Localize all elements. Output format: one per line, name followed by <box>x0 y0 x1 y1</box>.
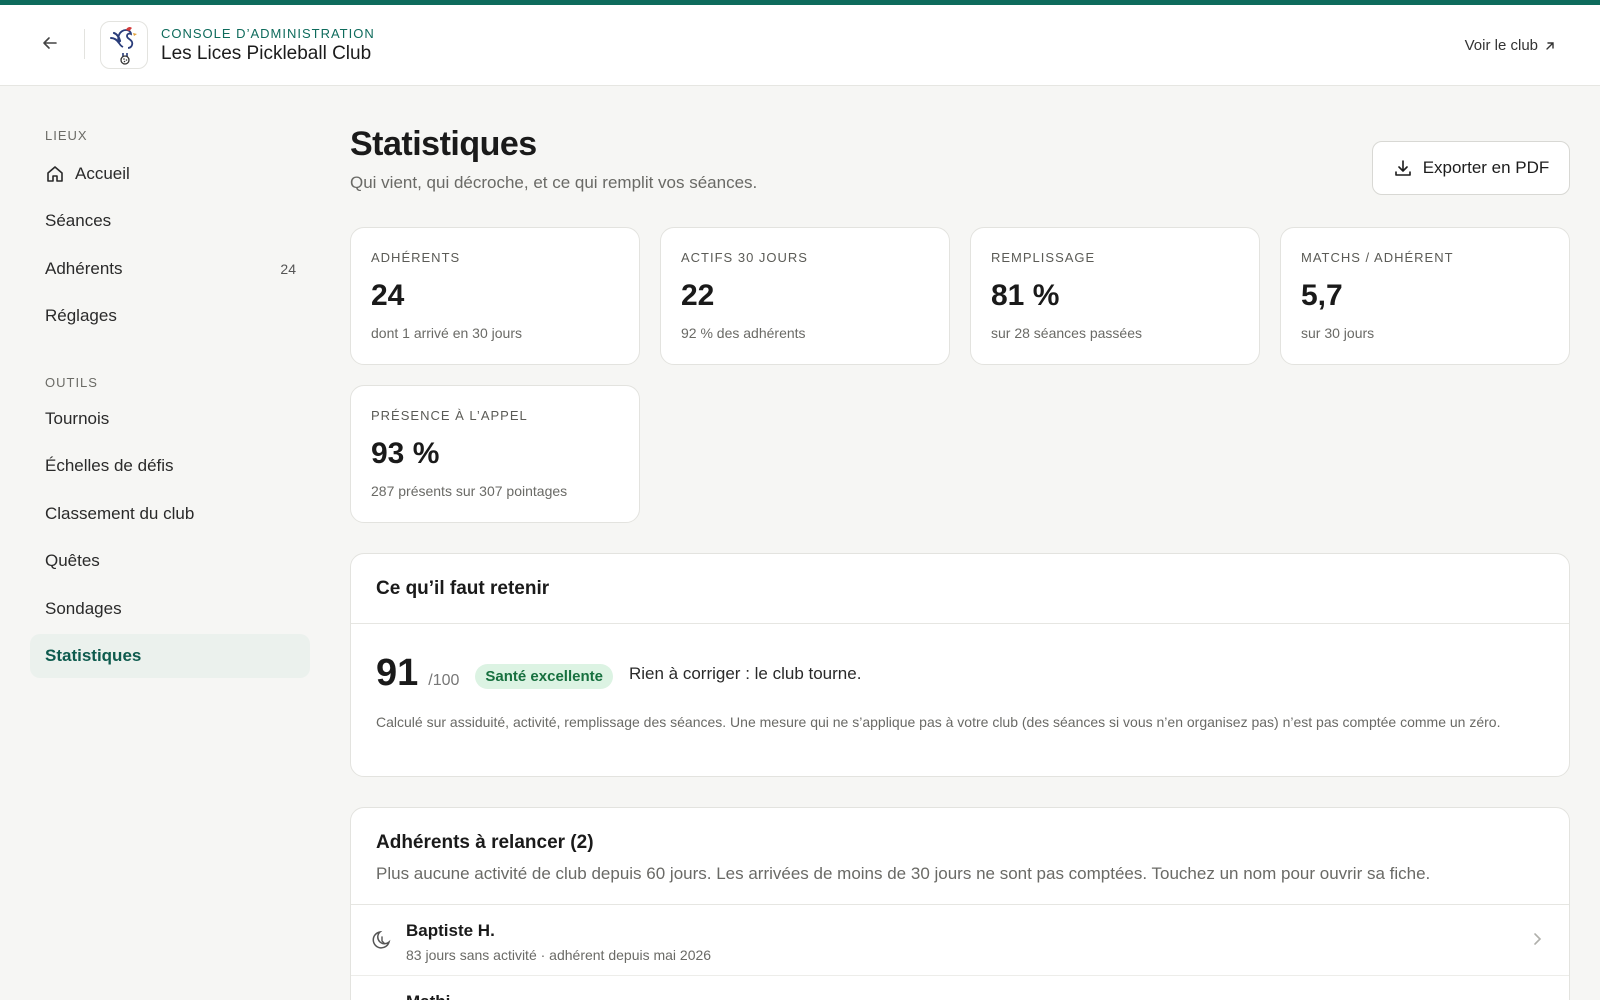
console-label: CONSOLE D’ADMINISTRATION <box>161 26 375 41</box>
club-name: Les Lices Pickleball Club <box>161 43 372 64</box>
relance-title: Adhérents à relancer (2) <box>376 832 594 853</box>
member-name: Mathi… <box>406 992 467 1000</box>
view-club-link[interactable]: Voir le club <box>1465 37 1556 54</box>
export-label: Exporter en PDF <box>1422 158 1550 177</box>
stat-value: 5,7 <box>1301 279 1343 312</box>
stat-label: PRÉSENCE À L’APPEL <box>371 408 528 423</box>
sidebar-item-label: Classement du club <box>45 504 195 523</box>
sidebar-item-seances[interactable]: Séances <box>30 199 310 243</box>
stat-label: MATCHS / ADHÉRENT <box>1301 250 1454 265</box>
stat-value: 81 % <box>991 279 1060 312</box>
header-divider <box>84 29 85 59</box>
relance-panel: Adhérents à relancer (2) Plus aucune act… <box>350 807 1570 1000</box>
rooster-logo-icon <box>110 26 137 65</box>
stat-hint: 287 présents sur 307 pointages <box>371 483 568 499</box>
stat-hint: sur 28 séances passées <box>991 325 1142 341</box>
page-title: Statistiques <box>350 125 537 163</box>
chevron-right-icon <box>1534 933 1542 945</box>
sidebar: LIEUX Accueil Séances Adhérents 24 Régla… <box>0 87 320 1000</box>
stat-label: REMPLISSAGE <box>991 250 1096 265</box>
score-row: 91 /100 Santé excellente Rien à corriger… <box>376 652 861 695</box>
sidebar-item-label: Échelles de défis <box>45 456 174 475</box>
member-name: Baptiste H. <box>406 921 495 940</box>
sidebar-item-tournois[interactable]: Tournois <box>30 397 310 441</box>
sidebar-item-label: Adhérents <box>45 259 123 278</box>
stat-card-presence: PRÉSENCE À L’APPEL 93 % 287 présents sur… <box>350 385 640 523</box>
stat-hint: dont 1 arrivé en 30 jours <box>371 325 522 341</box>
home-icon <box>45 164 65 184</box>
sidebar-item-label: Sondages <box>45 599 122 618</box>
relance-subtitle: Plus aucune activité de club depuis 60 j… <box>376 864 1431 883</box>
score-note: Calculé sur assiduité, activité, remplis… <box>376 714 1501 730</box>
sidebar-item-label: Quêtes <box>45 551 100 570</box>
section-label-places: LIEUX <box>45 128 88 143</box>
sidebar-item-label: Réglages <box>45 306 117 325</box>
stat-value: 24 <box>371 279 405 312</box>
summary-title: Ce qu’il faut retenir <box>351 554 1569 624</box>
sidebar-item-echelles[interactable]: Échelles de défis <box>30 444 310 488</box>
stat-label: ADHÉRENTS <box>371 250 461 265</box>
arrow-left-icon <box>43 37 57 49</box>
external-arrow-icon <box>1546 41 1554 50</box>
download-icon <box>1394 160 1411 176</box>
sidebar-item-accueil[interactable]: Accueil <box>30 152 310 196</box>
stat-card-adherents: ADHÉRENTS 24 dont 1 arrivé en 30 jours <box>350 227 640 365</box>
main-content: Statistiques Qui vient, qui décroche, et… <box>350 87 1570 1000</box>
sidebar-item-label: Accueil <box>75 164 130 183</box>
back-button[interactable] <box>36 29 64 57</box>
sidebar-item-quetes[interactable]: Quêtes <box>30 539 310 583</box>
health-score: 91 <box>376 652 419 694</box>
health-badge: Santé excellente <box>475 664 613 689</box>
sidebar-item-statistiques[interactable]: Statistiques <box>30 634 310 678</box>
section-label-tools: OUTILS <box>45 375 98 390</box>
summary-panel: Ce qu’il faut retenir 91 /100 Santé exce… <box>350 553 1570 777</box>
sidebar-item-label: Statistiques <box>45 646 142 665</box>
stat-label: ACTIFS 30 JOURS <box>681 250 808 265</box>
export-pdf-button[interactable]: Exporter en PDF <box>1372 141 1570 195</box>
sidebar-item-classement[interactable]: Classement du club <box>30 492 310 536</box>
member-row[interactable]: Baptiste H. 83 jours sans activité · adh… <box>351 905 1569 975</box>
moon-clock-icon <box>372 930 391 949</box>
sidebar-item-adherents[interactable]: Adhérents 24 <box>30 247 310 291</box>
stat-value: 93 % <box>371 437 440 470</box>
adherents-count: 24 <box>280 261 296 277</box>
stat-card-actifs: ACTIFS 30 JOURS 22 92 % des adhérents <box>660 227 950 365</box>
member-meta: 83 jours sans activité · adhérent depuis… <box>406 947 712 963</box>
view-club-label: Voir le club <box>1464 37 1538 54</box>
club-logo <box>100 21 148 69</box>
sidebar-item-reglages[interactable]: Réglages <box>30 294 310 338</box>
health-score-max: /100 <box>428 672 460 689</box>
sidebar-item-label: Séances <box>45 211 112 230</box>
health-message: Rien à corriger : le club tourne. <box>628 664 862 683</box>
sidebar-item-sondages[interactable]: Sondages <box>30 587 310 631</box>
stat-value: 22 <box>681 279 715 312</box>
stat-hint: 92 % des adhérents <box>681 325 806 341</box>
app-header: CONSOLE D’ADMINISTRATION Les Lices Pickl… <box>0 5 1600 86</box>
page-subtitle: Qui vient, qui décroche, et ce qui rempl… <box>350 173 758 192</box>
stat-card-matchs: MATCHS / ADHÉRENT 5,7 sur 30 jours <box>1280 227 1570 365</box>
stat-card-remplissage: REMPLISSAGE 81 % sur 28 séances passées <box>970 227 1260 365</box>
sidebar-item-label: Tournois <box>45 409 110 428</box>
stat-hint: sur 30 jours <box>1301 325 1375 341</box>
member-row[interactable]: Mathi… <box>351 975 1569 1000</box>
